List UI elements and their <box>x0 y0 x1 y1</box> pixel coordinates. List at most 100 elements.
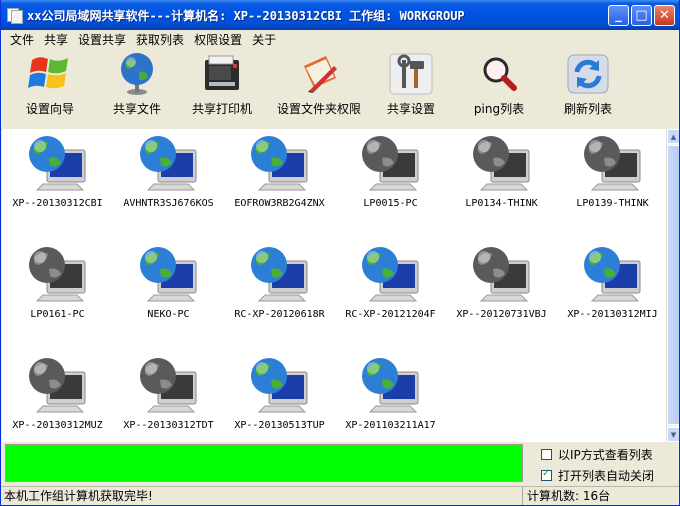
computer-item[interactable]: LP0015-PC <box>335 129 446 239</box>
share-printer-label: 共享打印机 <box>191 102 252 116</box>
menu-file[interactable]: 文件 <box>5 31 39 48</box>
scroll-thumb[interactable] <box>667 145 679 425</box>
computer-online-icon <box>28 136 85 191</box>
progress-bar <box>5 444 523 482</box>
app-window: xx公司局域网共享软件---计算机名: XP--20130312CBI 工作组:… <box>0 0 680 506</box>
notebook-pen-icon <box>304 56 337 93</box>
computer-name: XP--20130513TUP <box>234 420 325 431</box>
setup-wizard-label: 设置向导 <box>25 102 74 116</box>
computer-count: 计算机数: 16台 <box>527 489 611 503</box>
share-files-button[interactable]: 共享文件 <box>93 49 181 127</box>
minimize-icon: _ <box>615 7 622 23</box>
computer-item[interactable]: NEKO-PC <box>113 240 224 350</box>
windows-flag-icon <box>28 57 68 89</box>
menu-about[interactable]: 关于 <box>247 31 281 48</box>
view-by-ip-label: 以IP方式查看列表 <box>558 448 653 462</box>
computer-offline-icon <box>472 247 529 302</box>
scroll-down-arrow-icon[interactable]: ▼ <box>667 427 679 442</box>
computer-name: XP--20130312CBI <box>12 198 103 209</box>
share-printer-button[interactable]: 共享打印机 <box>181 49 263 127</box>
menu-get-list[interactable]: 获取列表 <box>131 31 189 48</box>
minimize-button[interactable]: _ <box>608 4 629 26</box>
computer-item[interactable]: LP0139-THINK <box>557 129 668 239</box>
computer-item[interactable]: XP--20130312CBI <box>2 129 113 239</box>
computer-online-icon <box>583 247 640 302</box>
title-bar[interactable]: xx公司局域网共享软件---计算机名: XP--20130312CBI 工作组:… <box>1 0 679 30</box>
computer-offline-icon <box>139 358 196 413</box>
computer-name: XP--20130312MIJ <box>567 309 658 320</box>
window-title: xx公司局域网共享软件---计算机名: XP--20130312CBI 工作组:… <box>27 8 465 23</box>
menu-bar: 文件 共享 设置共享 获取列表 权限设置 关于 <box>1 30 679 49</box>
view-by-ip-option[interactable]: 以IP方式查看列表 <box>541 446 653 463</box>
computer-online-icon <box>361 358 418 413</box>
computer-item[interactable]: LP0134-THINK <box>446 129 557 239</box>
auto-close-label: 打开列表自动关闭 <box>558 469 655 483</box>
computer-offline-icon <box>361 136 418 191</box>
computer-item[interactable]: LP0161-PC <box>2 240 113 350</box>
computer-offline-icon <box>583 136 640 191</box>
progress-fill <box>6 445 522 481</box>
menu-share[interactable]: 共享 <box>39 31 73 48</box>
printer-icon <box>205 55 239 90</box>
computer-item[interactable]: AVHNTR3SJ676KOS <box>113 129 224 239</box>
computer-online-icon <box>139 247 196 302</box>
computer-name: LP0134-THINK <box>465 198 538 209</box>
share-files-label: 共享文件 <box>112 102 161 116</box>
refresh-icon <box>567 54 609 94</box>
ping-list-label: ping列表 <box>473 102 525 116</box>
app-icon <box>7 8 23 24</box>
close-icon: ✕ <box>659 7 670 23</box>
computer-online-icon <box>139 136 196 191</box>
close-button[interactable]: ✕ <box>654 4 675 26</box>
computer-item[interactable]: RC-XP-20120618R <box>224 240 335 350</box>
computer-name: AVHNTR3SJ676KOS <box>123 198 214 209</box>
magnifier-icon <box>483 57 517 91</box>
menu-permissions[interactable]: 权限设置 <box>189 31 247 48</box>
globe-icon <box>121 53 153 95</box>
computer-list: XP--20130312CBI AVHNTR3SJ676KOS EOFROW3RB2… <box>2 129 666 442</box>
computer-offline-icon <box>28 358 85 413</box>
auto-close-option[interactable]: 打开列表自动关闭 <box>541 467 654 484</box>
vertical-scrollbar[interactable]: ▲ ▼ <box>666 129 679 442</box>
computer-online-icon <box>250 136 307 191</box>
maximize-button[interactable]: □ <box>631 4 652 26</box>
computer-online-icon <box>361 247 418 302</box>
computer-name: LP0161-PC <box>30 309 85 320</box>
computer-name: XP--20120731VBJ <box>456 309 547 320</box>
computer-offline-icon <box>472 136 529 191</box>
maximize-icon: □ <box>635 7 648 23</box>
bottom-panel: 以IP方式查看列表 打开列表自动关闭 <box>1 442 679 486</box>
menu-share-settings[interactable]: 设置共享 <box>73 31 131 48</box>
view-by-ip-checkbox[interactable] <box>541 449 552 460</box>
computer-name: LP0015-PC <box>363 198 418 209</box>
ping-list-button[interactable]: ping列表 <box>447 49 551 127</box>
computer-name: XP--20130312TDT <box>123 420 214 431</box>
computer-item[interactable]: XP--20120731VBJ <box>446 240 557 350</box>
scroll-up-arrow-icon[interactable]: ▲ <box>667 129 679 144</box>
folder-permissions-button[interactable]: 设置文件夹权限 <box>263 49 375 127</box>
refresh-list-label: 刷新列表 <box>563 102 612 116</box>
setup-wizard-button[interactable]: 设置向导 <box>7 49 93 127</box>
computer-name: XP--20130312MUZ <box>12 420 103 431</box>
computer-name: LP0139-THINK <box>576 198 649 209</box>
tools-icon <box>389 53 433 95</box>
status-message: 本机工作组计算机获取完毕! <box>1 487 523 505</box>
refresh-list-button[interactable]: 刷新列表 <box>551 49 625 127</box>
computer-name: EOFROW3RB2G4ZNX <box>234 198 325 209</box>
share-settings-label: 共享设置 <box>386 102 435 116</box>
computer-name: NEKO-PC <box>147 309 190 320</box>
folder-permissions-label: 设置文件夹权限 <box>276 102 361 116</box>
computer-item[interactable]: XP--20130312MIJ <box>557 240 668 350</box>
share-settings-button[interactable]: 共享设置 <box>375 49 447 127</box>
computer-name: RC-XP-20121204F <box>345 309 436 320</box>
status-bar: 本机工作组计算机获取完毕! 计算机数: 16台 <box>1 486 679 505</box>
computer-item[interactable]: RC-XP-20121204F <box>335 240 446 350</box>
computer-name: RC-XP-20120618R <box>234 309 325 320</box>
auto-close-checkbox[interactable] <box>541 468 552 481</box>
toolbar: 设置向导 共享文件 共享打印机 设置文件夹权限 共享设置 ping列表 刷新列表 <box>1 49 679 130</box>
computer-item[interactable]: EOFROW3RB2G4ZNX <box>224 129 335 239</box>
computer-name: XP-201103211A17 <box>345 420 436 431</box>
computer-online-icon <box>250 247 307 302</box>
computer-offline-icon <box>28 247 85 302</box>
computer-online-icon <box>250 358 307 413</box>
